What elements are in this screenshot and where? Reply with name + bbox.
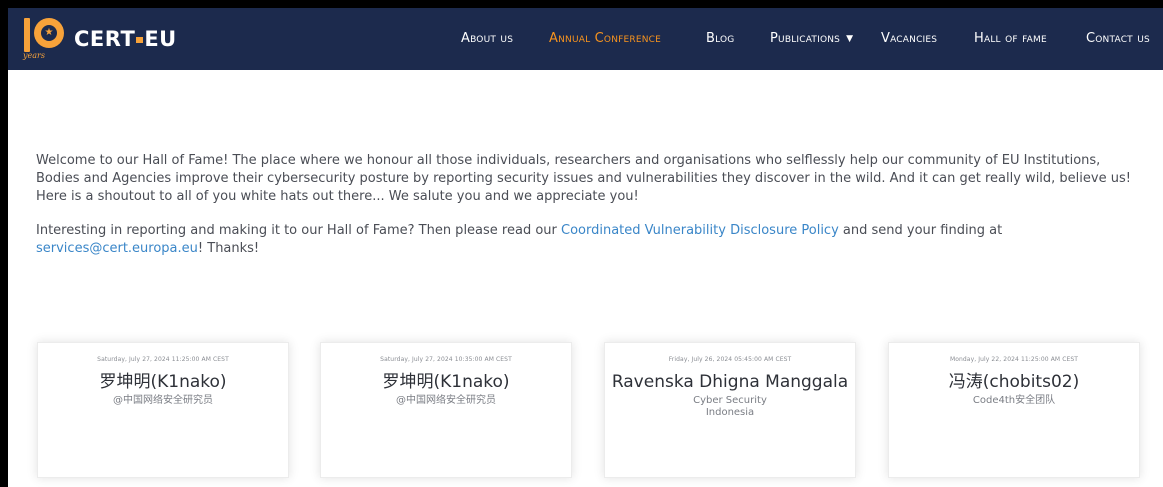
nav-item-blog[interactable]: Blog: [706, 31, 734, 47]
browser-viewport: ★ years CERT EU About us Annual Conferenc…: [8, 8, 1163, 487]
hall-of-fame-card: Saturday, July 27, 2024 11:25:00 AM CEST…: [37, 342, 289, 478]
card-researcher-name: 罗坤明(K1nako): [99, 372, 227, 392]
nav-item-publications[interactable]: Publications ▼: [770, 31, 853, 48]
hall-of-fame-card: Monday, July 22, 2024 11:25:00 AM CEST 冯…: [888, 342, 1140, 478]
nav-item-contact-us[interactable]: Contact us: [1086, 31, 1150, 47]
card-date: Monday, July 22, 2024 11:25:00 AM CEST: [949, 356, 1079, 363]
screenshot-frame: ★ years CERT EU About us Annual Conferenc…: [0, 0, 1163, 487]
card-affiliation: @中国网络安全研究员: [396, 395, 496, 406]
hall-of-fame-card: Saturday, July 27, 2024 10:35:00 AM CEST…: [320, 342, 572, 478]
card-affiliation: Code4th安全团队: [972, 395, 1056, 406]
intro-paragraph-reporting: Interesting in reporting and making it t…: [36, 223, 1003, 256]
cvd-policy-link[interactable]: Coordinated Vulnerability Disclosure Pol…: [561, 223, 839, 238]
nav-item-publications-label: Publications: [770, 31, 841, 46]
card-date: Saturday, July 27, 2024 11:25:00 AM CEST: [97, 356, 229, 363]
card-researcher-name: Ravenska Dhigna Manggala: [611, 372, 849, 392]
card-date: Saturday, July 27, 2024 10:35:00 AM CEST: [380, 356, 512, 363]
card-researcher-name: 罗坤明(K1nako): [382, 372, 510, 392]
nav-item-hall-of-fame[interactable]: Hall of fame: [974, 31, 1047, 47]
card-affiliation: Cyber Security Indonesia: [693, 395, 767, 418]
hall-of-fame-intro: Welcome to our Hall of Fame! The place w…: [36, 152, 1146, 258]
card-date: Friday, July 26, 2024 05:45:00 AM CEST: [668, 356, 792, 363]
card-affiliation: @中国网络安全研究员: [113, 395, 213, 406]
hall-of-fame-card: Friday, July 26, 2024 05:45:00 AM CEST R…: [604, 342, 856, 478]
nav-item-about-us[interactable]: About us: [461, 31, 513, 47]
services-email-link[interactable]: services@cert.europa.eu: [36, 241, 198, 256]
nav-item-vacancies[interactable]: Vacancies: [881, 31, 937, 47]
top-navigation-bar: ★ years CERT EU About us Annual Conferenc…: [8, 8, 1163, 70]
intro-paragraph-welcome: Welcome to our Hall of Fame! The place w…: [36, 153, 1131, 204]
chevron-down-icon: ▼: [846, 34, 854, 44]
nav-item-annual-conference[interactable]: Annual Conference: [549, 31, 661, 47]
main-menu: About us Annual Conference Blog Publicat…: [8, 8, 1163, 70]
card-researcher-name: 冯涛(chobits02): [948, 372, 1080, 392]
